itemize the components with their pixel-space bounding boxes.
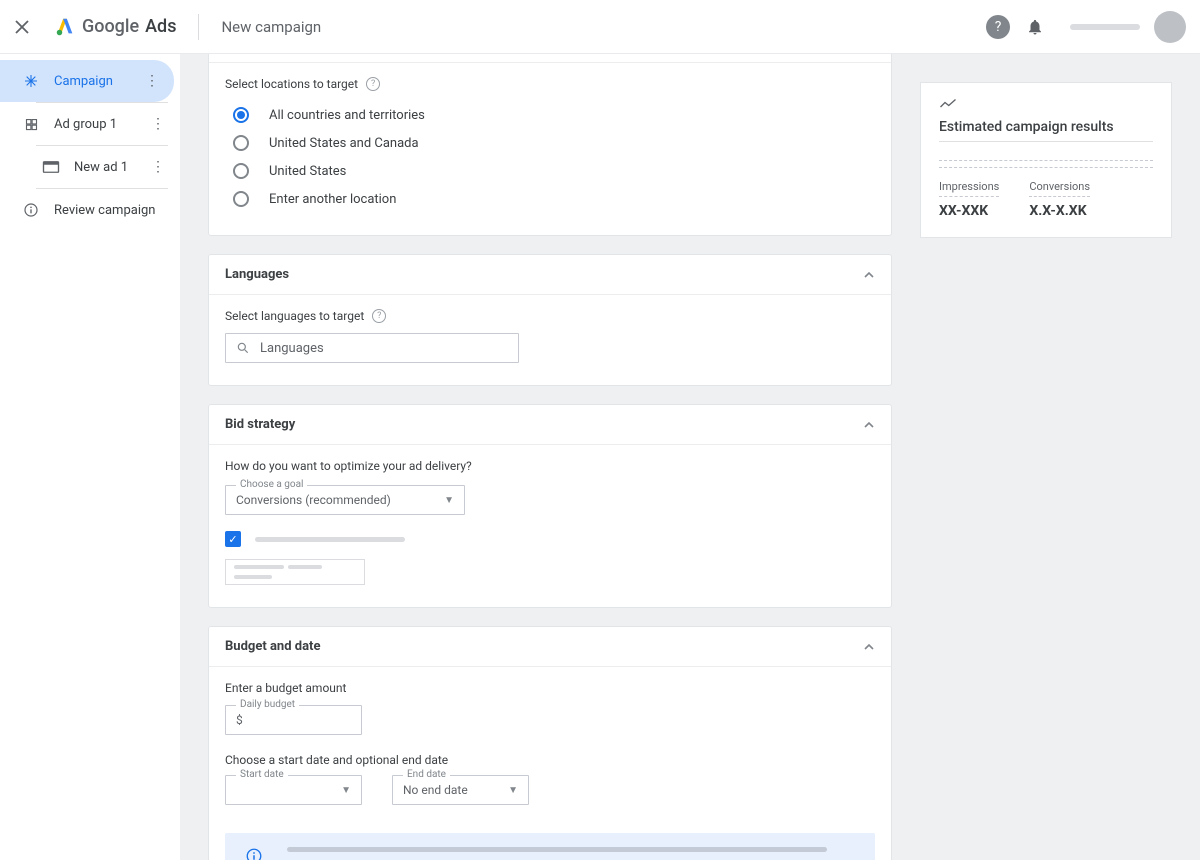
budget-prompt: Enter a budget amount (225, 681, 875, 695)
languages-prompt: Select languages to target (225, 309, 364, 323)
chevron-up-icon[interactable] (863, 641, 875, 653)
sidebar: Campaign ⋮ Ad group 1 ⋮ New ad 1 ⋮ Revie… (0, 54, 180, 860)
more-icon[interactable]: ⋮ (142, 73, 162, 89)
radio-label: United States (269, 164, 346, 179)
field-legend: End date (403, 769, 450, 780)
date-prompt: Choose a start date and optional end dat… (225, 753, 875, 767)
sidebar-item-newad[interactable]: New ad 1 ⋮ (0, 146, 180, 188)
chevron-up-icon[interactable] (863, 269, 875, 281)
vertical-divider (198, 14, 199, 40)
section-title: Bid strategy (225, 417, 295, 432)
daily-budget-input[interactable]: Daily budget $ (225, 705, 362, 735)
main-content: Select locations to target ? All countri… (180, 54, 920, 860)
more-icon[interactable]: ⋮ (148, 116, 168, 132)
sidebar-item-review[interactable]: Review campaign (0, 189, 180, 231)
radio-label: Enter another location (269, 192, 396, 207)
radio-label: All countries and territories (269, 108, 425, 123)
notifications-icon[interactable] (1026, 18, 1048, 36)
google-ads-logo: Google Ads (54, 16, 176, 38)
help-icon[interactable]: ? (986, 15, 1010, 39)
goal-select[interactable]: Choose a goal Conversions (recommended) … (225, 485, 465, 515)
sparkle-icon (20, 73, 42, 89)
radio-label: United States and Canada (269, 136, 419, 151)
radio-icon (233, 107, 249, 123)
locations-prompt: Select locations to target (225, 77, 358, 91)
metric-value: XX-XXK (939, 203, 999, 219)
metric-value: X.X-X.XK (1029, 203, 1090, 219)
select-value: No end date (403, 783, 468, 797)
chevron-down-icon: ▼ (508, 785, 518, 796)
more-icon[interactable]: ⋮ (148, 159, 168, 175)
sidebar-item-label: Review campaign (54, 203, 168, 218)
help-icon[interactable]: ? (366, 77, 380, 91)
grid-icon (20, 117, 42, 132)
location-option[interactable]: United States and Canada (225, 129, 875, 157)
radio-icon (233, 135, 249, 151)
info-callout (225, 833, 875, 860)
sidebar-item-label: New ad 1 (74, 160, 148, 175)
location-option[interactable]: All countries and territories (225, 101, 875, 129)
help-icon[interactable]: ? (372, 309, 386, 323)
avatar[interactable] (1154, 11, 1186, 43)
field-legend: Choose a goal (236, 479, 307, 490)
text-placeholder (255, 537, 405, 542)
account-placeholder (1070, 24, 1140, 30)
metric-label: Conversions (1029, 180, 1090, 193)
sidebar-item-label: Campaign (54, 74, 142, 89)
field-legend: Start date (236, 769, 288, 780)
search-icon (236, 341, 250, 355)
start-date-select[interactable]: Start date ▼ (225, 775, 362, 805)
select-value: Conversions (recommended) (236, 493, 391, 507)
metric-label: Impressions (939, 180, 999, 193)
page-title: New campaign (221, 18, 321, 36)
sidebar-item-label: Ad group 1 (54, 117, 148, 132)
location-option[interactable]: Enter another location (225, 185, 875, 213)
location-option[interactable]: United States (225, 157, 875, 185)
input-placeholder[interactable] (225, 559, 365, 585)
section-title: Budget and date (225, 639, 320, 654)
trend-icon (939, 97, 1153, 111)
language-search[interactable]: Languages (225, 333, 519, 363)
close-icon[interactable] (14, 19, 38, 35)
chevron-up-icon[interactable] (863, 419, 875, 431)
chevron-down-icon: ▼ (444, 495, 454, 506)
sidebar-item-campaign[interactable]: Campaign ⋮ (0, 60, 174, 102)
chevron-down-icon: ▼ (341, 785, 351, 796)
field-legend: Daily budget (236, 699, 299, 710)
bid-prompt: How do you want to optimize your ad deli… (225, 459, 875, 473)
ad-icon (40, 160, 62, 174)
radio-icon (233, 191, 249, 207)
section-title: Languages (225, 267, 289, 282)
radio-icon (233, 163, 249, 179)
checkbox[interactable]: ✓ (225, 531, 241, 547)
currency-symbol: $ (236, 713, 243, 727)
end-date-select[interactable]: End date No end date ▼ (392, 775, 529, 805)
sidebar-item-adgroup[interactable]: Ad group 1 ⋮ (0, 103, 180, 145)
est-title: Estimated campaign results (939, 119, 1153, 135)
info-icon (20, 202, 42, 218)
info-icon (245, 847, 263, 860)
estimated-results-card: Estimated campaign results Impressions X… (920, 82, 1172, 238)
search-placeholder: Languages (260, 341, 324, 356)
